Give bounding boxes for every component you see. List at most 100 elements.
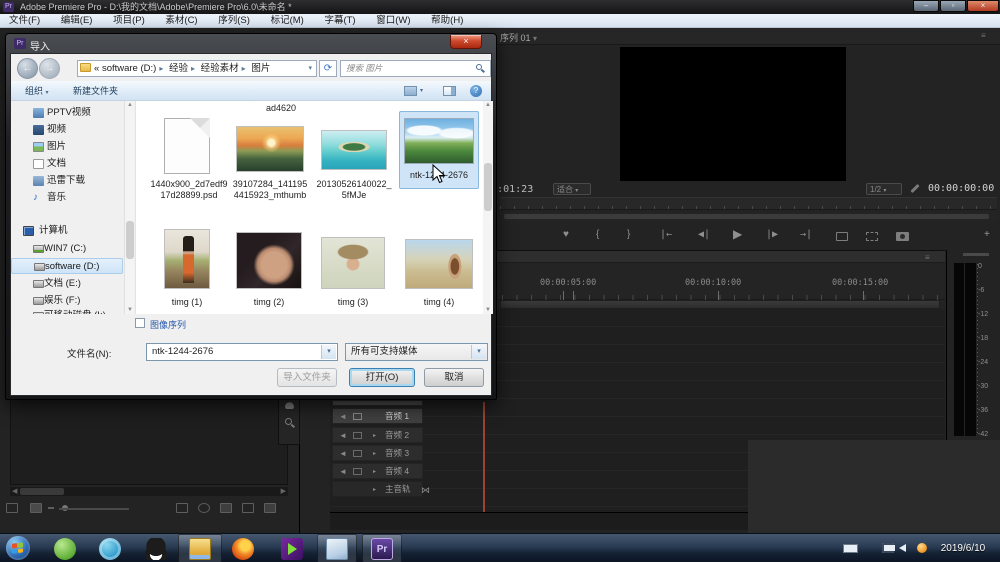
hand-tool-icon[interactable] xyxy=(285,401,294,409)
collapse-arrow-icon[interactable]: ▸ xyxy=(373,467,376,477)
timeline-menu-icon[interactable]: ≡ xyxy=(925,253,930,262)
notepad-icon[interactable] xyxy=(326,538,348,560)
track-display-icon[interactable] xyxy=(353,413,362,420)
file-explorer-icon[interactable] xyxy=(189,538,211,560)
start-button[interactable] xyxy=(6,536,30,560)
breadcrumb[interactable]: « software (D:) ▸ 经验 ▸ 经验素材 ▸ 图片 ▾ xyxy=(77,60,317,77)
cancel-button[interactable]: 取消 xyxy=(424,368,484,387)
menu-title[interactable]: 字幕(T) xyxy=(315,14,364,28)
sidebar-scrollbar[interactable]: ▲ ▼ xyxy=(124,101,134,314)
track-display-icon[interactable] xyxy=(353,450,362,457)
track-header-audio2[interactable]: ◄ ▸ 音频 2 xyxy=(332,427,423,443)
sidebar-item-thunder-downloads[interactable]: 迅雷下载 xyxy=(11,173,123,189)
add-marker-icon[interactable]: ♥ xyxy=(563,229,569,240)
speaker-icon[interactable]: ◄ xyxy=(339,449,347,459)
sidebar-item-pictures[interactable]: 图片 xyxy=(11,139,123,155)
preview-pane-icon[interactable] xyxy=(443,86,456,96)
mark-in-icon[interactable]: { xyxy=(596,229,599,240)
panel-menu-icon[interactable]: ≡ xyxy=(981,31,986,40)
maximize-button[interactable]: ▫ xyxy=(940,0,966,12)
pptv-player-icon[interactable] xyxy=(99,538,121,560)
scroll-up-icon[interactable]: ▲ xyxy=(483,102,493,108)
menu-window[interactable]: 窗口(W) xyxy=(367,14,419,28)
track-header-audio4[interactable]: ◄ ▸ 音频 4 xyxy=(332,463,423,479)
zoom-slider[interactable] xyxy=(59,508,129,510)
overwrite-icon[interactable] xyxy=(866,232,878,241)
menu-edit[interactable]: 编辑(E) xyxy=(52,14,102,28)
breadcrumb-item-current[interactable]: 图片 xyxy=(251,63,270,74)
scroll-down-icon[interactable]: ▼ xyxy=(125,307,135,313)
timeline-playhead[interactable] xyxy=(483,402,485,512)
step-forward-icon[interactable]: |▶ xyxy=(766,229,778,240)
breadcrumb-dropdown-icon[interactable]: ▾ xyxy=(308,61,312,76)
sidebar-item-computer[interactable]: 计算机 xyxy=(11,223,123,239)
action-center-icon[interactable] xyxy=(917,543,927,553)
file-item-timg2[interactable]: timg (2) xyxy=(234,229,304,311)
potplayer-icon[interactable] xyxy=(281,538,303,560)
play-icon[interactable]: ▶ xyxy=(733,227,742,241)
insert-icon[interactable] xyxy=(836,232,848,241)
premiere-icon[interactable]: Pr xyxy=(371,538,393,560)
settings-wrench-icon[interactable] xyxy=(910,183,920,194)
filetype-filter-dropdown[interactable]: 所有可支持媒体 ▾ xyxy=(345,343,488,361)
sidebar-item-documents[interactable]: 文档 xyxy=(11,156,123,172)
dialog-close-button[interactable]: × xyxy=(450,35,482,49)
monitor-scrollbar[interactable] xyxy=(500,212,997,221)
add-button-icon[interactable]: + xyxy=(984,229,990,240)
new-folder-button[interactable]: 新建文件夹 xyxy=(73,81,118,101)
zoom-out-icon[interactable] xyxy=(48,507,54,509)
tab-sequence-01[interactable]: 序列 01 ▾ xyxy=(500,31,537,44)
sidebar-item-videos[interactable]: 视频 xyxy=(11,122,123,138)
firefox-icon[interactable] xyxy=(232,538,254,560)
minimize-button[interactable]: – xyxy=(913,0,939,12)
menu-project[interactable]: 项目(P) xyxy=(104,14,154,28)
refresh-button[interactable]: ⟳ xyxy=(319,60,337,77)
sidebar-item-drive-c[interactable]: WIN7 (C:) xyxy=(11,241,123,257)
breadcrumb-overflow[interactable]: « xyxy=(94,63,99,74)
scroll-down-icon[interactable]: ▼ xyxy=(483,307,493,313)
menu-marker[interactable]: 标记(M) xyxy=(262,14,313,28)
monitor-scrub-ruler[interactable] xyxy=(500,197,997,210)
file-item-timg4[interactable]: timg (4) xyxy=(404,229,474,311)
breadcrumb-item-drive[interactable]: software (D:) xyxy=(102,63,156,74)
automate-sequence-icon[interactable] xyxy=(176,503,188,513)
back-button[interactable]: ← xyxy=(17,58,38,79)
delete-icon[interactable] xyxy=(264,503,276,513)
menu-file[interactable]: 文件(F) xyxy=(0,14,49,28)
forward-button[interactable]: → xyxy=(39,58,60,79)
file-item-psd[interactable]: 1440x900_2d7edf917d28899.psd xyxy=(150,115,228,230)
breadcrumb-item[interactable]: 经验 xyxy=(169,63,188,74)
scroll-right-icon[interactable]: ▶ xyxy=(281,487,286,496)
search-input[interactable]: 搜索 图片 xyxy=(340,60,491,77)
browser-360-icon[interactable] xyxy=(54,538,76,560)
sidebar-item-drive-d-selected[interactable]: software (D:) xyxy=(11,258,123,274)
track-header-audio1[interactable]: ◄ 音频 1 xyxy=(332,408,423,424)
sidebar-item-drive-e[interactable]: 文档 (E:) xyxy=(11,276,123,292)
close-button[interactable]: × xyxy=(967,0,999,12)
scroll-left-icon[interactable]: ◀ xyxy=(12,487,17,496)
import-folder-button[interactable]: 导入文件夹 xyxy=(277,368,337,387)
chevron-down-icon[interactable]: ▾ xyxy=(321,345,336,359)
menu-clip[interactable]: 素材(C) xyxy=(156,14,206,28)
track-display-icon[interactable] xyxy=(353,468,362,475)
speaker-icon[interactable]: ◄ xyxy=(339,431,347,441)
collapse-arrow-icon[interactable]: ▸ xyxy=(373,449,376,459)
new-item-icon[interactable] xyxy=(242,503,254,513)
icon-view-icon[interactable] xyxy=(30,503,42,513)
zoom-tool-icon[interactable] xyxy=(285,418,292,425)
open-button[interactable]: 打开(O) xyxy=(349,368,415,387)
new-bin-icon[interactable] xyxy=(220,503,232,513)
track-display-icon[interactable] xyxy=(353,432,362,439)
sidebar-item-pptv[interactable]: PPTV视频 xyxy=(11,105,123,121)
project-hscrollbar[interactable]: ◀ ▶ xyxy=(10,487,288,496)
file-item-timg1[interactable]: timg (1) xyxy=(152,229,222,311)
organize-button[interactable]: 组织 ▾ xyxy=(25,81,49,103)
collapse-arrow-icon[interactable]: ▸ xyxy=(373,431,376,441)
track-header-audio3[interactable]: ◄ ▸ 音频 3 xyxy=(332,445,423,461)
go-to-out-icon[interactable]: →| xyxy=(800,229,812,240)
image-sequence-checkbox[interactable] xyxy=(135,318,145,328)
speaker-icon[interactable]: ◄ xyxy=(339,467,347,477)
file-item-sunset[interactable]: 39107284_1411954415923_mthumb xyxy=(232,115,308,230)
views-button-icon[interactable] xyxy=(404,86,417,96)
speaker-icon[interactable]: ◄ xyxy=(339,412,347,422)
